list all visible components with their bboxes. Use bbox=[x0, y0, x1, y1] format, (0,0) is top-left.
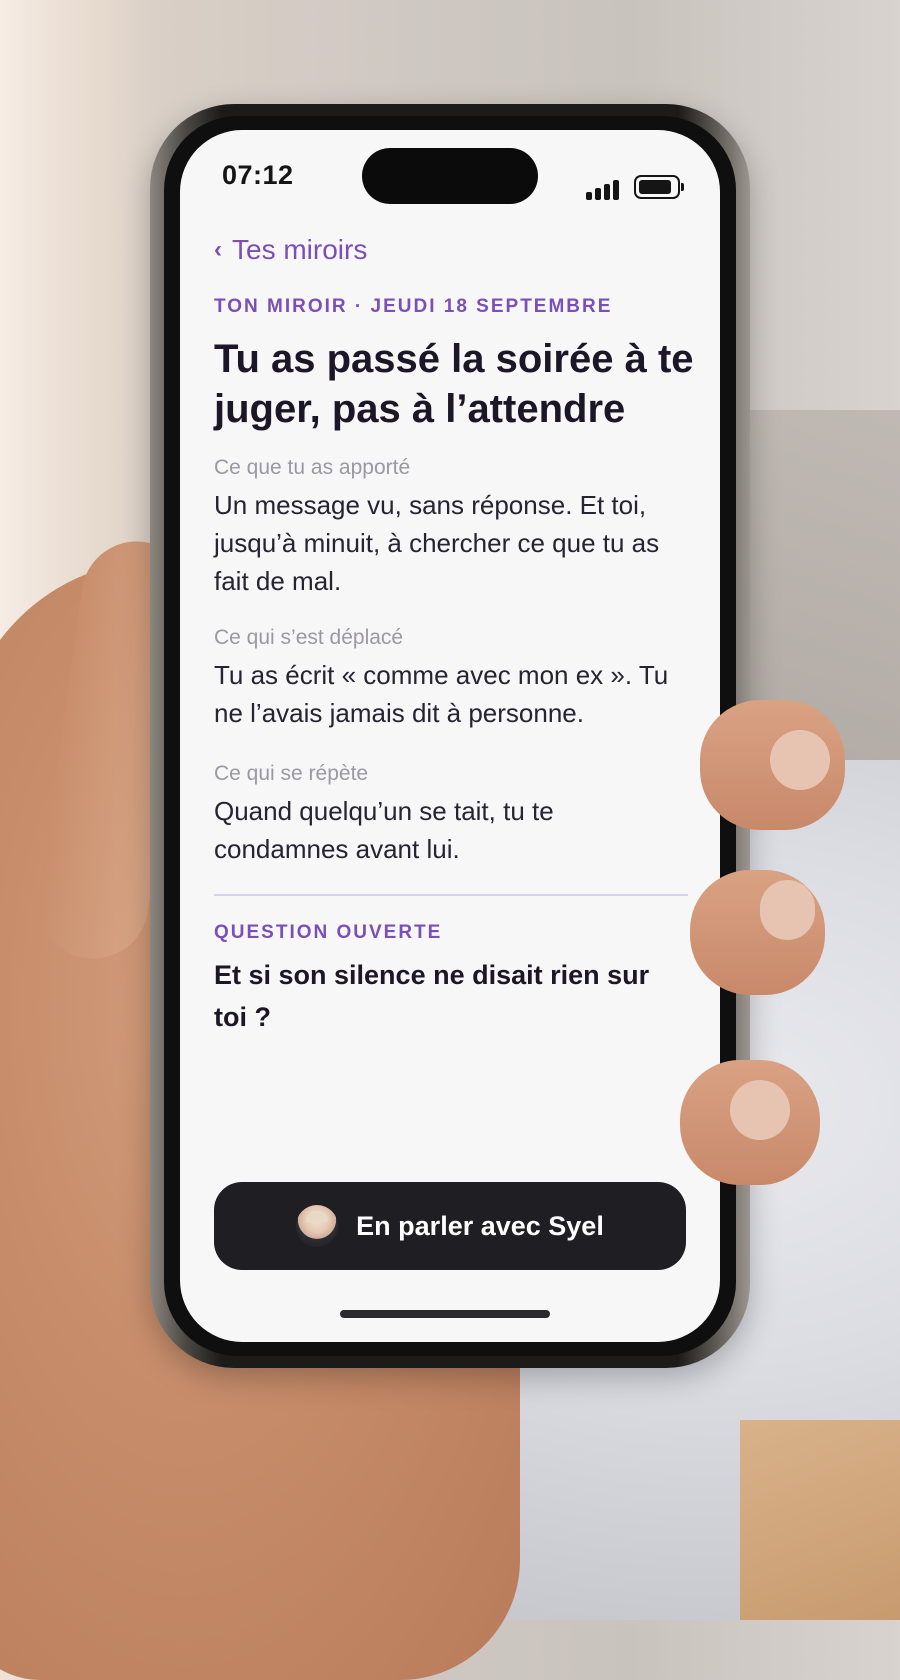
section-body: Tu as écrit « comme avec mon ex ». Tu ne… bbox=[214, 660, 669, 728]
open-question-label: QUESTION OUVERTE bbox=[214, 922, 443, 943]
phone-screen: 07:12 ‹ Tes miroirs TON MIROIR · JEUDI 1… bbox=[180, 130, 720, 1342]
syel-avatar bbox=[296, 1205, 339, 1247]
chevron-left-icon: ‹ bbox=[214, 236, 222, 263]
back-label: Tes miroirs bbox=[232, 234, 368, 265]
hand-finger bbox=[690, 870, 825, 995]
page-title: Tu as passé la soirée à te juger, pas à … bbox=[214, 337, 694, 431]
battery-level bbox=[639, 180, 671, 194]
fingernail bbox=[730, 1080, 790, 1140]
section-shifted: Ce qui s’est déplacé Tu as écrit « comme… bbox=[214, 626, 694, 732]
hand-finger bbox=[680, 1060, 820, 1185]
cellular-signal-icon bbox=[586, 178, 626, 200]
section-body: Quand quelqu’un se tait, tu te condamnes… bbox=[214, 796, 554, 864]
hand-finger bbox=[700, 700, 845, 830]
section-repeats: Ce qui se répète Quand quelqu’un se tait… bbox=[214, 762, 694, 868]
section-label: Ce que tu as apporté bbox=[214, 456, 411, 479]
section-body: Un message vu, sans réponse. Et toi, jus… bbox=[214, 490, 660, 596]
fingernail bbox=[760, 880, 815, 940]
back-button[interactable]: ‹ Tes miroirs bbox=[214, 234, 367, 266]
section-label: Ce qui s’est déplacé bbox=[214, 626, 404, 649]
talk-with-syel-button[interactable]: En parler avec Syel bbox=[214, 1182, 686, 1270]
section-label: Ce qui se répète bbox=[214, 762, 369, 785]
battery-icon bbox=[634, 175, 684, 199]
mirror-date-eyebrow: TON MIROIR · JEUDI 18 SEPTEMBRE bbox=[214, 296, 613, 317]
background-furniture bbox=[740, 1420, 900, 1620]
divider bbox=[214, 894, 688, 896]
cta-label: En parler avec Syel bbox=[356, 1210, 604, 1241]
status-time: 07:12 bbox=[222, 160, 294, 190]
section-brought: Ce que tu as apporté Un message vu, sans… bbox=[214, 456, 694, 600]
dynamic-island bbox=[362, 148, 538, 204]
home-indicator[interactable] bbox=[340, 1310, 550, 1318]
phone-device: 07:12 ‹ Tes miroirs TON MIROIR · JEUDI 1… bbox=[150, 104, 750, 1368]
open-question-text: Et si son silence ne disait rien sur toi… bbox=[214, 960, 650, 1032]
fingernail bbox=[770, 730, 830, 790]
